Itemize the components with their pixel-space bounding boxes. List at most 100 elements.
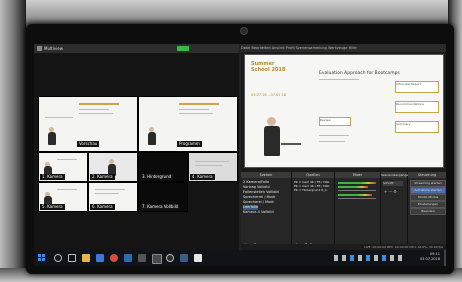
mail-icon[interactable] [124, 254, 132, 262]
transitions-header: Szenenübergänge [381, 172, 409, 178]
lectern [281, 143, 301, 145]
audio-meter [338, 182, 376, 184]
multiview-source-tile[interactable]: 4. Kamera [188, 152, 238, 182]
slide-text-line [319, 79, 359, 80]
document-icon[interactable] [194, 254, 202, 262]
studio-mode-button[interactable]: Studio-Modus [410, 194, 446, 201]
multiview-titlebar[interactable]: Multiview [34, 44, 239, 53]
slide-text-line [319, 141, 345, 142]
info-box: Recommendations [395, 101, 439, 113]
multiview-source-tile[interactable]: 1. Kamera [38, 152, 88, 182]
slide-text-line [195, 161, 229, 162]
multiview-source-tile[interactable]: 3. Hintergrund [138, 152, 188, 182]
scenes-header: Szenen [241, 172, 291, 178]
multiview-window: Multiview Vorschau Programm 1. Kamera 2.… [34, 44, 239, 250]
brand-title: Summer School 2018 [251, 61, 286, 73]
scene-item[interactable]: Kamera 4 Vollbild [243, 210, 274, 215]
taskbar: 09:11 03.07.2018 [34, 250, 446, 266]
info-box: Interview Report [395, 81, 439, 93]
slide-text-line [95, 189, 125, 190]
info-box: Review [319, 117, 351, 126]
start-button-icon[interactable] [38, 254, 46, 262]
mixer-header: Mixer [335, 172, 380, 178]
slide-text-line [45, 117, 73, 118]
dock-panels: Szenen 2 Kamera/Folie Vortrag Vollbild F… [241, 172, 446, 250]
controls-header: Steuerung [408, 172, 446, 178]
app-icon[interactable] [180, 254, 188, 262]
scenes-panel: Szenen 2 Kamera/Folie Vortrag Vollbild F… [241, 172, 292, 250]
tray-icon[interactable] [366, 255, 370, 261]
exit-button[interactable]: Beenden [410, 208, 446, 215]
volume-icon[interactable] [390, 255, 394, 261]
slide-title-bar [79, 103, 119, 105]
speaker-figure [148, 132, 156, 145]
webcam-icon [240, 27, 248, 35]
tray-icon[interactable] [374, 255, 378, 261]
clock-date: 03.07.2018 [419, 257, 440, 261]
slide-text-line [79, 109, 109, 110]
edge-icon[interactable] [96, 254, 104, 262]
taskbar-clock[interactable]: 09:11 03.07.2018 [420, 252, 440, 262]
transition-select[interactable]: Schnitt [383, 181, 403, 186]
tray-icon[interactable] [382, 255, 386, 261]
tile-label: 1. Kamera [40, 174, 65, 180]
multiview-source-tile[interactable]: 5. Kamera [38, 182, 88, 212]
slide-text-line [195, 165, 223, 166]
volume-slider[interactable] [338, 198, 376, 199]
multiview-source-tile[interactable]: 2. Kamera [88, 152, 138, 182]
slide-text-line [319, 135, 349, 136]
task-view-icon[interactable] [68, 254, 76, 262]
obs-active-icon[interactable] [166, 254, 174, 262]
speaker-figure [264, 126, 280, 156]
start-streaming-button[interactable]: Streaming starten [410, 180, 446, 187]
show-desktop-button[interactable] [444, 250, 446, 266]
search-icon[interactable] [54, 254, 62, 262]
mixer-panel: Mixer [335, 172, 381, 250]
audio-meter [338, 186, 368, 188]
transition-add-icon[interactable]: + − ⚙ [384, 189, 397, 194]
menu-bar[interactable]: Datei Bearbeiten Ansicht Profil Szenensa… [241, 44, 446, 52]
multiview-preview-tile[interactable]: Vorschau [38, 96, 138, 152]
source-item[interactable]: PK = Hintergrund R_4 [294, 188, 327, 192]
monitor-screen: Multiview Vorschau Programm 1. Kamera 2.… [34, 44, 446, 266]
tile-label: 2. Kamera [90, 174, 115, 180]
tile-label: 7. Kamera Vollbild [140, 204, 181, 210]
obs-icon[interactable] [152, 254, 162, 264]
speaker-head [267, 117, 276, 126]
speaker-figure [48, 132, 56, 145]
slide-title: Evaluation Approach for Bootcamps [319, 71, 400, 76]
sources-panel: Quellen PK = Cam 4K / Ffl / Dbb PK = Cam… [292, 172, 335, 250]
volume-slider[interactable] [338, 190, 376, 191]
sources-header: Quellen [292, 172, 334, 178]
tray-icon[interactable] [350, 255, 354, 261]
file-explorer-icon[interactable] [82, 254, 90, 262]
multiview-source-tile[interactable]: 6. Kamera [88, 182, 138, 212]
program-preview[interactable]: Summer School 2018 Evaluation Approach f… [244, 54, 444, 168]
multiview-source-tile[interactable]: 7. Kamera Vollbild [138, 182, 188, 212]
slide-text-line [95, 193, 119, 194]
tray-icon[interactable] [342, 255, 346, 261]
tray-icon[interactable] [334, 255, 338, 261]
event-date: 03.07.18 – 07.07.18 [251, 93, 287, 97]
chrome-icon[interactable] [110, 254, 118, 262]
tile-label: 6. Kamera [90, 204, 115, 210]
transitions-panel: Szenenübergänge Schnitt + − ⚙ [381, 172, 408, 250]
tray-icon[interactable] [358, 255, 362, 261]
multiview-program-tile[interactable]: Programm [138, 96, 238, 152]
live-indicator [177, 46, 189, 51]
tile-label: Programm [177, 141, 202, 147]
audio-meter [338, 194, 372, 196]
settings-button[interactable]: Einstellungen [410, 201, 446, 208]
slide-text-line [57, 159, 77, 160]
store-icon[interactable] [138, 254, 146, 262]
network-icon[interactable] [398, 255, 402, 261]
tile-label: 5. Kamera [40, 204, 65, 210]
start-recording-button[interactable]: Aufnahme starten [410, 187, 446, 194]
slide-title-bar [179, 103, 219, 105]
multiview-title: Multiview [44, 46, 63, 51]
slide-text-line [79, 113, 113, 114]
info-box: Summary [395, 121, 439, 133]
tile-label: 3. Hintergrund [140, 174, 174, 180]
app-icon [37, 46, 42, 51]
slide-text-line [179, 113, 213, 114]
